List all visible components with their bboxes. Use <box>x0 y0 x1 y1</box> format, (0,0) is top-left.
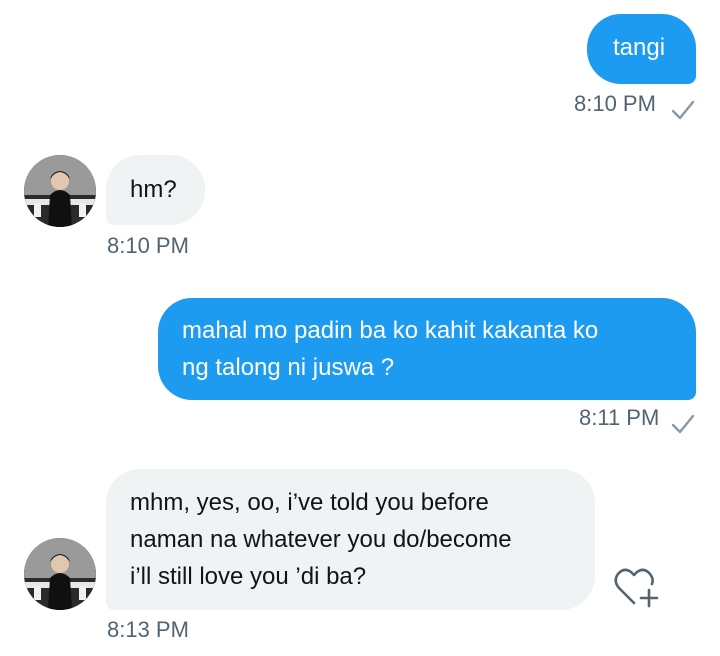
received-message-bubble[interactable]: hm? <box>106 155 205 225</box>
user-avatar[interactable] <box>24 538 96 610</box>
message-timestamp: 8:10 PM <box>574 91 656 116</box>
message-text-line: mhm, yes, oo, i’ve told you before <box>130 489 489 516</box>
message-text-line: mahal mo padin ba ko kahit kakanta ko <box>182 317 599 344</box>
message-text-line: i’ll still love you ’di ba? <box>130 563 367 590</box>
message-timestamp: 8:13 PM <box>107 617 189 642</box>
heart-plus-icon[interactable] <box>612 565 660 609</box>
checkmark-icon <box>671 414 695 434</box>
message-text-line: naman na whatever you do/become <box>130 526 512 553</box>
message-text: hm? <box>130 176 177 203</box>
user-avatar[interactable] <box>24 155 96 227</box>
message-timestamp: 8:10 PM <box>107 233 189 258</box>
message-timestamp: 8:11 PM <box>579 405 660 430</box>
checkmark-icon <box>671 100 695 120</box>
sent-message-bubble[interactable]: tangi <box>587 14 696 84</box>
received-message-bubble[interactable]: mhm, yes, oo, i’ve told you before naman… <box>106 469 595 610</box>
message-text: tangi <box>613 34 666 61</box>
sent-message-bubble[interactable]: mahal mo padin ba ko kahit kakanta ko ng… <box>158 298 696 400</box>
message-text-line: ng talong ni juswa ? <box>182 354 395 381</box>
